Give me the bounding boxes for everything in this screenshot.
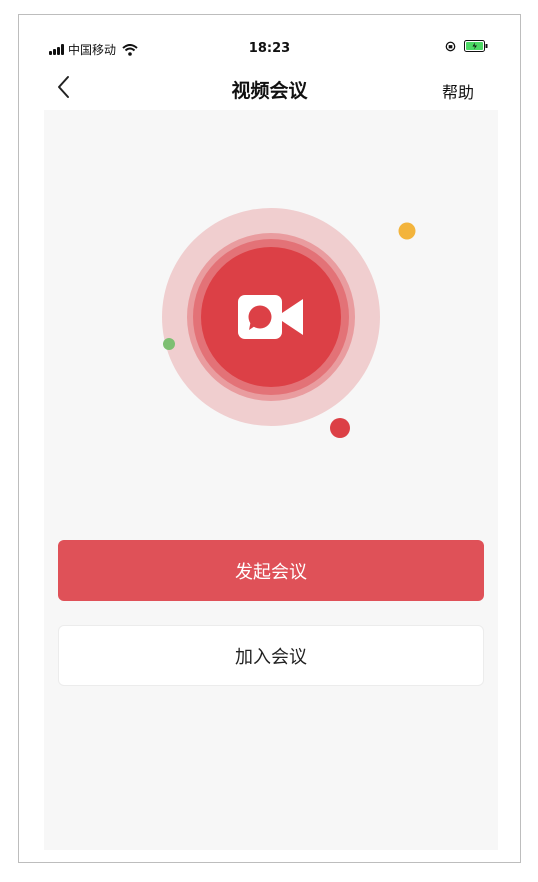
battery-icon	[464, 40, 488, 52]
status-bar: 中国移动 18:23	[19, 15, 520, 57]
hero-illustration	[162, 208, 416, 438]
help-button[interactable]: 帮助	[442, 79, 474, 103]
rotation-lock-icon	[445, 41, 456, 51]
red-dot	[330, 418, 350, 438]
join-meeting-button[interactable]: 加入会议	[58, 625, 484, 686]
status-right	[445, 40, 488, 52]
green-dot	[163, 338, 175, 350]
phone-frame: 中国移动 18:23 视频会议 帮助 发起会议 加入会议	[18, 14, 521, 863]
start-meeting-button[interactable]: 发起会议	[58, 540, 484, 601]
nav-bar: 视频会议 帮助	[19, 69, 520, 109]
yellow-dot	[398, 222, 416, 240]
content-area: 发起会议 加入会议	[44, 110, 498, 850]
